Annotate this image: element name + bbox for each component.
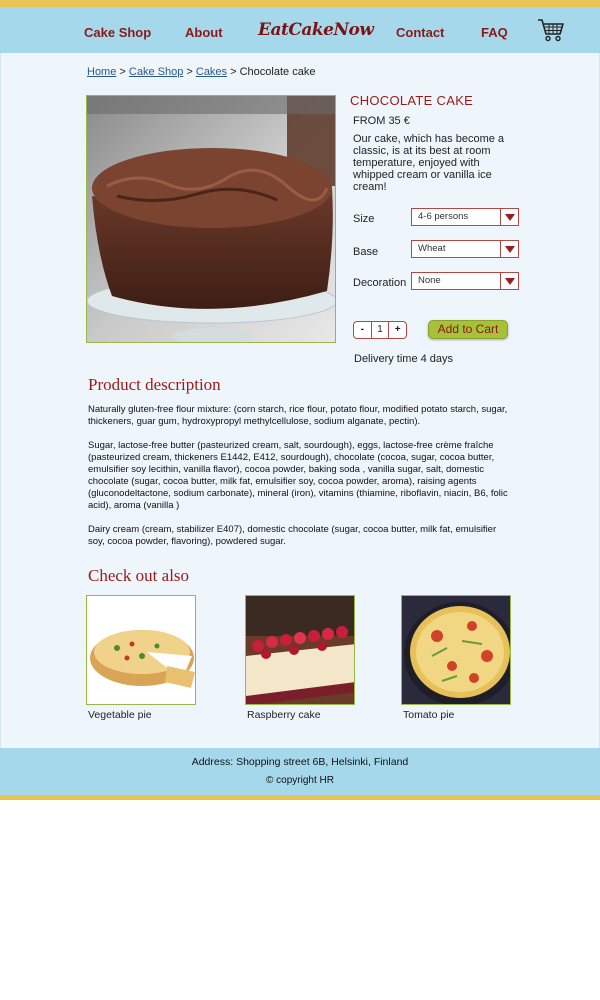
decoration-select[interactable]: None xyxy=(411,272,519,290)
product-image xyxy=(86,95,336,343)
breadcrumb: Home > Cake Shop > Cakes > Chocolate cak… xyxy=(87,66,315,78)
footer: Address: Shopping street 6B, Helsinki, F… xyxy=(0,748,600,795)
description-paragraph: Naturally gluten-free flour mixture: (co… xyxy=(88,404,508,427)
product-description: Naturally gluten-free flour mixture: (co… xyxy=(88,404,508,560)
quantity-increase-button[interactable]: + xyxy=(389,322,406,338)
breadcrumb-separator: > xyxy=(116,66,129,78)
raspberry-cake-image[interactable] xyxy=(245,595,355,705)
breadcrumb-separator: > xyxy=(227,66,240,78)
breadcrumb-separator: > xyxy=(183,66,196,78)
quantity-decrease-button[interactable]: - xyxy=(354,322,371,338)
description-paragraph: Sugar, lactose-free butter (pasteurized … xyxy=(88,440,508,511)
add-to-cart-button[interactable]: Add to Cart xyxy=(428,320,508,339)
base-select-value: Wheat xyxy=(418,243,446,254)
nav-about[interactable]: About xyxy=(185,25,223,40)
check-out-also-heading: Check out also xyxy=(88,566,190,585)
breadcrumb-cake-shop[interactable]: Cake Shop xyxy=(129,66,183,78)
footer-copyright: © copyright HR xyxy=(266,775,334,786)
decoration-label: Decoration xyxy=(353,277,407,289)
bottom-stripe xyxy=(0,795,600,800)
delivery-time: Delivery time 4 days xyxy=(354,353,454,365)
product-price: FROM 35 € xyxy=(353,115,410,127)
base-label: Base xyxy=(353,246,379,258)
nav-faq[interactable]: FAQ xyxy=(481,25,508,40)
vegetable-pie-image[interactable] xyxy=(86,595,196,705)
chevron-down-icon[interactable] xyxy=(500,209,518,225)
breadcrumb-home[interactable]: Home xyxy=(87,66,116,78)
related-item-tomato-pie[interactable]: Tomato pie xyxy=(401,595,511,721)
top-stripe xyxy=(0,0,600,7)
nav-contact[interactable]: Contact xyxy=(396,25,444,40)
description-paragraph: Dairy cream (cream, stabilizer E407), do… xyxy=(88,524,497,547)
quantity-value[interactable]: 1 xyxy=(370,322,390,338)
logo[interactable]: EatCakeNow xyxy=(258,20,374,40)
quantity-stepper: - 1 + xyxy=(353,321,407,339)
shopping-cart-icon[interactable] xyxy=(537,17,565,43)
size-label: Size xyxy=(353,213,375,225)
related-item-label[interactable]: Tomato pie xyxy=(403,709,511,721)
related-item-label[interactable]: Raspberry cake xyxy=(247,709,355,721)
tomato-pie-image[interactable] xyxy=(401,595,511,705)
size-select[interactable]: 4-6 persons xyxy=(411,208,519,226)
description-heading: Product description xyxy=(88,375,221,394)
chevron-down-icon[interactable] xyxy=(500,273,518,289)
related-item-vegetable-pie[interactable]: Vegetable pie xyxy=(86,595,196,721)
decoration-select-value: None xyxy=(418,275,441,286)
footer-address: Address: Shopping street 6B, Helsinki, F… xyxy=(191,756,409,768)
breadcrumb-current: Chocolate cake xyxy=(239,66,316,78)
size-select-value: 4-6 persons xyxy=(418,211,469,222)
nav-cake-shop[interactable]: Cake Shop xyxy=(84,25,151,40)
base-select[interactable]: Wheat xyxy=(411,240,519,258)
header: Cake Shop About EatCakeNow Contact FAQ xyxy=(0,7,600,53)
product-blurb: Our cake, which has become a classic, is… xyxy=(353,133,505,193)
breadcrumb-cakes[interactable]: Cakes xyxy=(196,66,227,78)
main-content: Home > Cake Shop > Cakes > Chocolate cak… xyxy=(0,53,600,748)
related-item-raspberry-cake[interactable]: Raspberry cake xyxy=(245,595,355,721)
chevron-down-icon[interactable] xyxy=(500,241,518,257)
related-item-label[interactable]: Vegetable pie xyxy=(88,709,196,721)
product-title: CHOCOLATE CAKE xyxy=(350,93,474,108)
